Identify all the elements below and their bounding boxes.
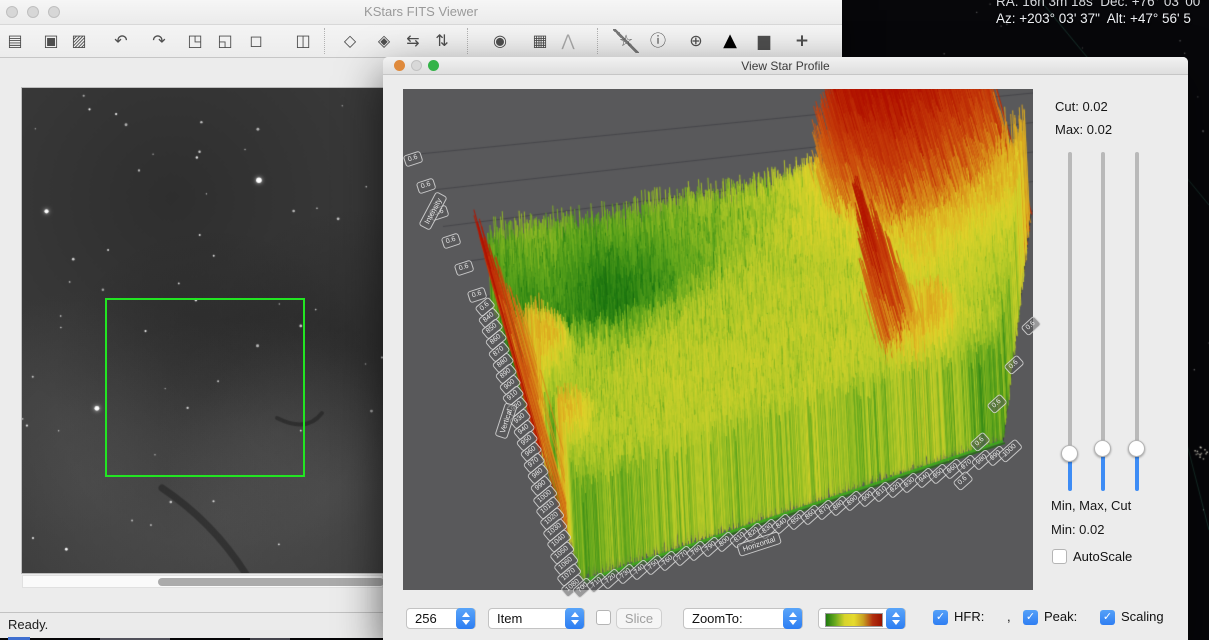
star-profile-3d-chart[interactable]: 0.60.60.60.60.60.60.68408508608708808909…	[403, 89, 1033, 590]
undo-icon[interactable]: ↶	[108, 29, 134, 53]
save-file-as-icon[interactable]: ▨	[66, 29, 92, 53]
toolbar-separator	[597, 28, 598, 54]
autoscale-checkbox[interactable]	[1052, 549, 1067, 564]
rotate-right-icon[interactable]: ◇	[337, 29, 363, 53]
star-selection-rectangle	[105, 298, 305, 477]
sky-coordinates-line2: Az: +203° 03' 37" Alt: +47° 56' 5	[996, 11, 1191, 26]
item-combobox[interactable]: Item	[488, 608, 585, 629]
horizontal-scrollbar[interactable]	[22, 575, 383, 588]
toolbar-separator	[324, 28, 325, 54]
pixel-grid-icon[interactable]: ▦	[527, 29, 553, 53]
zoomto-combobox-stepper[interactable]	[783, 608, 802, 629]
zoom-default-icon[interactable]: ◻	[243, 29, 269, 53]
zoom-in-icon[interactable]: ◳	[182, 29, 208, 53]
toolbar-separator	[467, 28, 468, 54]
sample-count-stepper[interactable]	[456, 608, 475, 629]
sample-count-value: 256	[415, 611, 437, 626]
pan-mode-icon[interactable]: +	[789, 29, 815, 53]
horizontal-scrollbar-thumb[interactable]	[158, 578, 384, 586]
zoom-out-icon[interactable]: ◱	[212, 29, 238, 53]
max-slider-thumb[interactable]	[1094, 440, 1111, 457]
fits-info-icon[interactable]: ⓘ	[645, 29, 671, 53]
sample-count-spinbox[interactable]: 256	[406, 608, 476, 629]
histogram-icon[interactable]: ⋀	[555, 29, 581, 53]
open-file-icon[interactable]: ▤	[2, 29, 28, 53]
min-value-label: Min: 0.02	[1051, 522, 1104, 537]
unmark-stars-icon[interactable]: ☆	[613, 29, 639, 53]
hfr-label: HFR:	[954, 609, 984, 624]
save-file-icon[interactable]: ▣	[38, 29, 64, 53]
peak-checkbox[interactable]: ✓	[1023, 610, 1038, 625]
item-combobox-value: Item	[497, 611, 522, 626]
colormap-combobox[interactable]	[818, 608, 906, 629]
rotate-left-icon[interactable]: ◈	[371, 29, 397, 53]
min-max-cut-label: Min, Max, Cut	[1051, 498, 1131, 513]
redo-icon[interactable]: ↷	[146, 29, 172, 53]
slice-checkbox[interactable]	[596, 610, 611, 625]
cut-slider-thumb[interactable]	[1128, 440, 1145, 457]
status-text: Ready.	[8, 617, 48, 632]
hfr-checkbox[interactable]: ✓	[933, 610, 948, 625]
center-telescope-icon[interactable]: ◉	[487, 29, 513, 53]
crosshair-icon[interactable]: ⊕	[683, 29, 709, 53]
colormap-combobox-stepper[interactable]	[886, 608, 905, 629]
min-slider[interactable]	[1060, 57, 1080, 517]
max-slider-track[interactable]	[1101, 152, 1105, 448]
colormap-gradient-swatch	[825, 613, 883, 627]
item-combobox-stepper[interactable]	[565, 608, 584, 629]
flip-horizontal-icon[interactable]: ⇆	[400, 29, 426, 53]
zoomto-combobox[interactable]: ZoomTo:	[683, 608, 803, 629]
scaling-label: Scaling	[1121, 609, 1164, 624]
star-profile-icon[interactable]: ▲	[717, 29, 743, 53]
cut-slider[interactable]	[1127, 57, 1147, 517]
fits-toolbar: ▤ ▣▨ ↶ ↷ ◳◱◻ ◫ ◇ ◈⇆⇅ ◉ ▦⋀ ☆ⓘ ⊕ ▲ ▆ +	[0, 25, 842, 58]
sky-coordinates: RA: 16h 3m 18s Dec: +76° 03' 00"Az: +203…	[996, 0, 1205, 27]
fits-image-view[interactable]	[22, 88, 383, 573]
autoscale-label: AutoScale	[1073, 549, 1132, 564]
scaling-checkbox[interactable]: ✓	[1100, 610, 1115, 625]
sky-coordinates-line1: RA: 16h 3m 18s Dec: +76° 03' 00"	[996, 0, 1205, 10]
window-title: KStars FITS Viewer	[0, 4, 842, 19]
flip-vertical-icon[interactable]: ⇅	[429, 29, 455, 53]
peak-label: Peak:	[1044, 609, 1077, 624]
max-slider[interactable]	[1093, 57, 1113, 517]
zoomto-combobox-value: ZoomTo:	[692, 611, 743, 626]
crop-icon[interactable]: ◫	[290, 29, 316, 53]
slice-button[interactable]: Slice	[616, 608, 662, 629]
min-slider-track[interactable]	[1068, 152, 1072, 453]
cut-slider-track[interactable]	[1135, 152, 1139, 448]
min-slider-thumb[interactable]	[1061, 445, 1078, 462]
comma-text: ,	[1007, 609, 1011, 624]
view-star-profile-dialog: View Star Profile 0.60.60.60.60.60.60.68…	[383, 57, 1188, 640]
fits-viewer-titlebar[interactable]: KStars FITS Viewer	[0, 0, 842, 25]
statistics-icon[interactable]: ▆	[751, 29, 777, 53]
